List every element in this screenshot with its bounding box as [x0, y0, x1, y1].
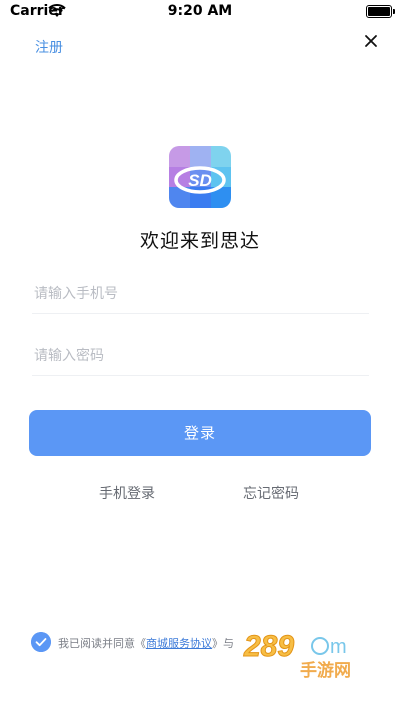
logo-text: SD [188, 171, 212, 190]
agreement-prefix: 我已阅读并同意《 [58, 637, 146, 650]
agreement-text: 我已阅读并同意《商城服务协议》与 [58, 635, 234, 651]
app-logo: SD [169, 146, 231, 208]
battery-icon [366, 5, 395, 18]
password-input[interactable] [32, 335, 373, 377]
welcome-title: 欢迎来到思达 [139, 230, 260, 252]
watermark-site: 手游网 [300, 660, 351, 680]
phone-field [32, 273, 373, 315]
password-field [32, 335, 373, 377]
login-button[interactable]: 登录 [29, 410, 371, 456]
svg-text:m: m [330, 636, 347, 658]
status-time: 9:20 AM [167, 3, 233, 19]
phone-input[interactable] [32, 273, 373, 315]
watermark-logo: 289 m 手游网 [243, 630, 352, 681]
close-icon[interactable] [364, 34, 378, 48]
forgot-password-link[interactable]: 忘记密码 [243, 483, 299, 503]
phone-login-link[interactable]: 手机登录 [99, 483, 155, 503]
register-link[interactable]: 注册 [35, 37, 63, 57]
watermark-number: 289 [243, 630, 294, 663]
agreement-suffix: 》与 [212, 637, 234, 650]
agreement-checkbox[interactable] [31, 632, 51, 652]
service-agreement-link[interactable]: 商城服务协议 [146, 637, 212, 650]
